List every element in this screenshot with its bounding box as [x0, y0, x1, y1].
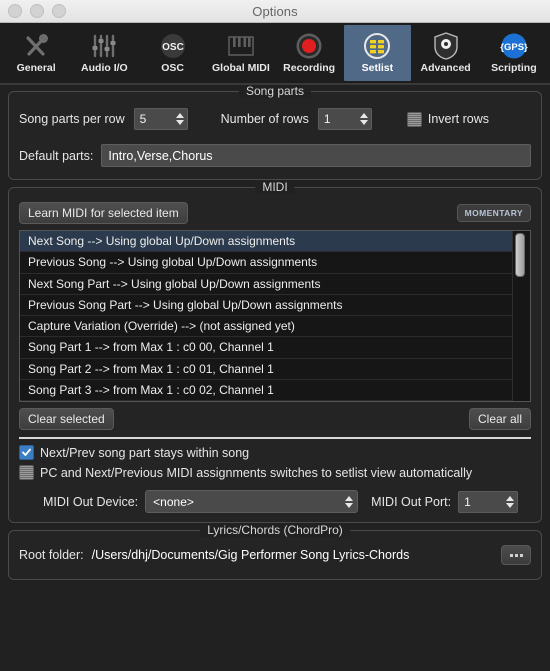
- list-item[interactable]: Song Part 1 --> from Max 1 : c0 00, Chan…: [20, 337, 512, 359]
- tab-scripting[interactable]: {GPS} Scripting: [481, 25, 547, 81]
- list-item-label: Capture Variation (Override) --> (not as…: [28, 319, 295, 334]
- list-scrollbar[interactable]: [512, 231, 530, 401]
- midi-out-port-label: MIDI Out Port:: [371, 494, 452, 509]
- midi-out-port-value: 1: [464, 494, 471, 509]
- osc-icon-text: OSC: [162, 42, 184, 53]
- tab-general-label: General: [16, 62, 56, 74]
- clear-selected-button[interactable]: Clear selected: [19, 408, 114, 430]
- list-item-label: Song Part 2 --> from Max 1 : c0 01, Chan…: [28, 361, 274, 376]
- tab-audio-io[interactable]: Audio I/O: [71, 25, 137, 81]
- default-parts-label: Default parts:: [19, 148, 94, 163]
- pc-switches-label: PC and Next/Previous MIDI assignments sw…: [40, 465, 473, 480]
- scrollbar-thumb[interactable]: [515, 233, 525, 277]
- zoom-button[interactable]: [52, 4, 66, 18]
- tab-scripting-label: Scripting: [491, 62, 537, 74]
- lyrics-chords-group-title: Lyrics/Chords (ChordPro): [200, 523, 350, 537]
- checkbox-unchecked-icon: [19, 465, 34, 480]
- tab-general[interactable]: General: [3, 25, 69, 81]
- list-item-label: Previous Song --> Using global Up/Down a…: [28, 255, 318, 270]
- shield-gear-icon: [433, 32, 459, 60]
- tab-osc[interactable]: OSC OSC: [140, 25, 206, 81]
- number-of-rows-label: Number of rows: [220, 112, 309, 126]
- momentary-badge[interactable]: MOMENTARY: [456, 204, 531, 222]
- settings-toolbar: General Audio I/O OSC OSC Global MIDI Re…: [0, 23, 550, 85]
- list-item[interactable]: Song Part 2 --> from Max 1 : c0 01, Chan…: [20, 359, 512, 380]
- piano-keys-icon: [227, 32, 255, 60]
- ellipsis-icon: [509, 553, 513, 557]
- song-parts-per-row-value: 5: [139, 112, 147, 126]
- window-title: Options: [252, 3, 298, 19]
- list-item-label: Song Part 3 --> from Max 1 : c0 02, Chan…: [28, 382, 274, 397]
- section-divider: [19, 437, 531, 439]
- stepper-arrows-icon[interactable]: [359, 113, 368, 125]
- list-item-label: Next Song --> Using global Up/Down assig…: [28, 234, 296, 249]
- invert-rows-checkbox[interactable]: Invert rows: [406, 111, 489, 127]
- stays-within-song-checkbox[interactable]: Next/Prev song part stays within song: [19, 445, 531, 460]
- chevron-updown-icon: [345, 495, 354, 508]
- checkbox-checked-icon: [19, 445, 34, 460]
- tab-osc-label: OSC: [161, 62, 184, 74]
- list-item-label: Song Part 1 --> from Max 1 : c0 00, Chan…: [28, 340, 274, 355]
- lyrics-chords-group: Lyrics/Chords (ChordPro) Root folder: /U…: [8, 523, 542, 580]
- midi-out-device-value: <none>: [153, 494, 194, 509]
- wrench-screwdriver-icon: [23, 32, 49, 60]
- midi-out-port-stepper[interactable]: 1: [458, 490, 519, 513]
- root-folder-value: /Users/dhj/Documents/Gig Performer Song …: [91, 548, 410, 562]
- browse-folder-button[interactable]: [501, 545, 531, 565]
- tab-global-midi-label: Global MIDI: [212, 62, 270, 74]
- learn-midi-button[interactable]: Learn MIDI for selected item: [19, 202, 188, 224]
- stepper-arrows-icon[interactable]: [506, 495, 515, 508]
- sliders-icon: [91, 32, 117, 60]
- midi-assignments-rows: Next Song --> Using global Up/Down assig…: [20, 231, 512, 401]
- gps-script-icon: {GPS}: [500, 32, 528, 60]
- minimize-button[interactable]: [30, 4, 44, 18]
- tab-advanced-label: Advanced: [420, 62, 471, 74]
- options-window: Options General Audio I/O OSC OSC Global…: [0, 0, 550, 671]
- song-parts-group: Song parts Song parts per row 5 Number o…: [8, 85, 542, 180]
- list-item-label: Next Song Part --> Using global Up/Down …: [28, 276, 321, 291]
- window-controls: [0, 4, 66, 18]
- number-of-rows-stepper[interactable]: 1: [317, 108, 372, 130]
- tab-recording[interactable]: Recording: [276, 25, 342, 81]
- tab-setlist[interactable]: Setlist: [344, 25, 411, 81]
- list-item[interactable]: Next Song Part --> Using global Up/Down …: [20, 274, 512, 295]
- song-parts-per-row-label: Song parts per row: [19, 112, 125, 126]
- tab-audio-io-label: Audio I/O: [81, 62, 128, 74]
- list-item[interactable]: Previous Song Part --> Using global Up/D…: [20, 295, 512, 316]
- list-item-label: Previous Song Part --> Using global Up/D…: [28, 297, 343, 312]
- root-folder-label: Root folder:: [19, 548, 84, 562]
- pc-switches-checkbox[interactable]: PC and Next/Previous MIDI assignments sw…: [19, 465, 531, 480]
- invert-rows-label: Invert rows: [427, 112, 489, 126]
- midi-out-device-select[interactable]: <none>: [145, 490, 359, 513]
- list-item[interactable]: Next Song --> Using global Up/Down assig…: [20, 231, 512, 253]
- tab-setlist-label: Setlist: [361, 62, 394, 74]
- setlist-grid-icon: [363, 32, 391, 60]
- song-parts-per-row-stepper[interactable]: 5: [133, 108, 188, 130]
- record-circle-icon: [295, 32, 323, 60]
- tab-global-midi[interactable]: Global MIDI: [208, 25, 274, 81]
- settings-content: Song parts Song parts per row 5 Number o…: [0, 85, 550, 671]
- checkbox-unchecked-icon: [406, 111, 422, 127]
- number-of-rows-value: 1: [323, 112, 331, 126]
- gps-icon-text: {GPS}: [500, 42, 528, 53]
- stepper-arrows-icon[interactable]: [175, 113, 184, 125]
- song-parts-group-title: Song parts: [238, 85, 312, 98]
- stays-within-song-label: Next/Prev song part stays within song: [40, 445, 250, 460]
- default-parts-value: Intro,Verse,Chorus: [108, 148, 213, 163]
- midi-assignments-list[interactable]: Next Song --> Using global Up/Down assig…: [19, 230, 531, 402]
- midi-group-title: MIDI: [255, 180, 295, 194]
- list-item[interactable]: Capture Variation (Override) --> (not as…: [20, 316, 512, 338]
- midi-group: MIDI Learn MIDI for selected item MOMENT…: [8, 180, 542, 523]
- midi-out-device-label: MIDI Out Device:: [43, 494, 139, 509]
- close-button[interactable]: [8, 4, 22, 18]
- osc-icon: OSC: [159, 32, 187, 60]
- tab-advanced[interactable]: Advanced: [413, 25, 479, 81]
- tab-recording-label: Recording: [283, 62, 336, 74]
- title-bar: Options: [0, 0, 550, 23]
- list-item[interactable]: Song Part 3 --> from Max 1 : c0 02, Chan…: [20, 380, 512, 401]
- default-parts-input[interactable]: Intro,Verse,Chorus: [101, 144, 531, 167]
- list-item[interactable]: Previous Song --> Using global Up/Down a…: [20, 252, 512, 274]
- clear-all-button[interactable]: Clear all: [468, 408, 531, 430]
